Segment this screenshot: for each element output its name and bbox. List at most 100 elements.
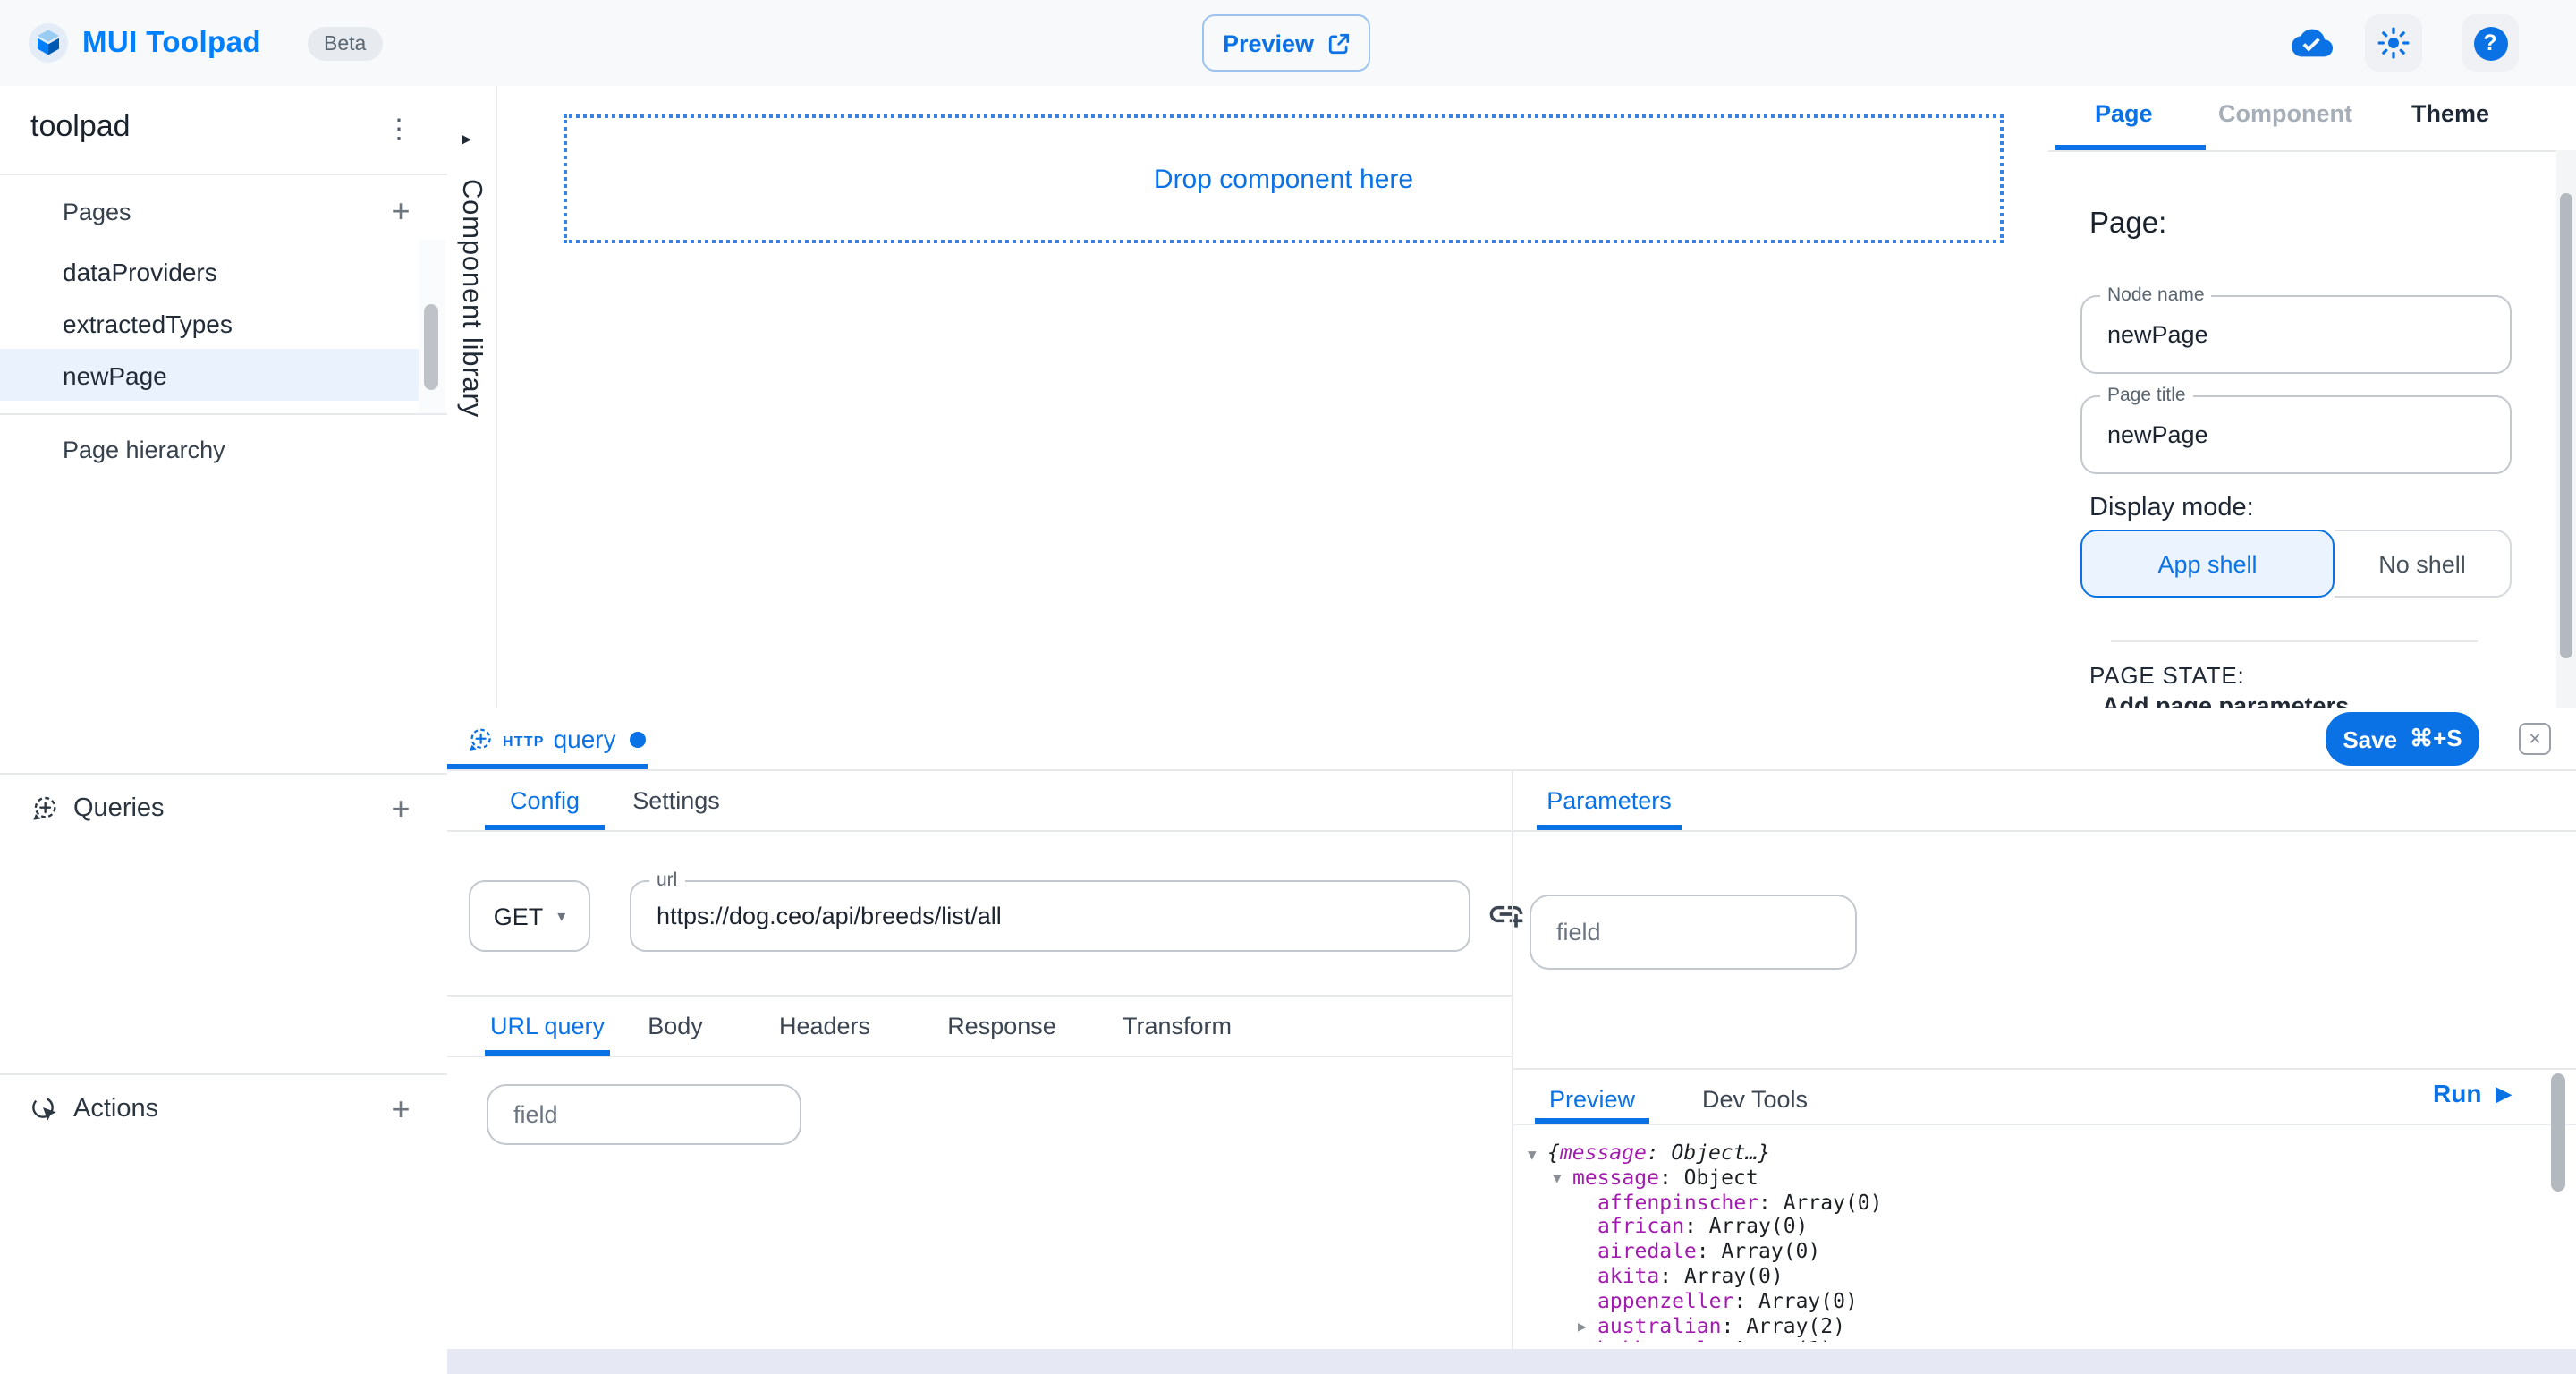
- tree-row[interactable]: ▶australian: Array(2): [1524, 1314, 2544, 1339]
- url-field-value: https://dog.ceo/api/breeds/list/all: [657, 903, 1002, 929]
- tree-row[interactable]: appenzeller: Array(0): [1524, 1290, 2544, 1315]
- url-field[interactable]: url https://dog.ceo/api/breeds/list/all: [630, 880, 1470, 952]
- tab-component[interactable]: Component: [2218, 100, 2352, 127]
- display-mode-toggle: App shell No shell: [2080, 530, 2512, 598]
- sidebar-item-dataproviders[interactable]: dataProviders: [0, 245, 420, 297]
- node-name-label: Node name: [2100, 284, 2212, 306]
- display-mode-no-shell[interactable]: No shell: [2334, 530, 2512, 598]
- toolpad-app: MUI Toolpad Beta Preview: [0, 0, 2576, 1374]
- tab-settings[interactable]: Settings: [621, 769, 732, 830]
- theme-toggle-button[interactable]: [2365, 14, 2422, 72]
- pages-scrollbar-thumb[interactable]: [424, 304, 438, 390]
- tree-row[interactable]: ▼message: Object: [1524, 1166, 2544, 1192]
- add-page-button[interactable]: +: [379, 190, 422, 233]
- inspector-panel: Page Component Theme Page: Node name new…: [2048, 86, 2576, 708]
- page-item-label: extractedTypes: [63, 309, 233, 337]
- project-menu-kebab-icon[interactable]: ⋮: [376, 106, 422, 152]
- node-name-field[interactable]: Node name newPage: [2080, 295, 2512, 374]
- queries-section-header: Queries: [30, 794, 165, 823]
- result-scrollbar-thumb[interactable]: [2551, 1073, 2565, 1192]
- close-panel-button[interactable]: ✕: [2519, 723, 2551, 755]
- tree-expand-icon[interactable]: ▶: [1578, 1340, 1597, 1342]
- tab-parameters[interactable]: Parameters: [1537, 769, 1682, 830]
- http-method-select[interactable]: GET ▾: [469, 880, 590, 952]
- actions-label: Actions: [73, 1095, 158, 1124]
- sidebar-item-newpage[interactable]: newPage: [0, 349, 420, 401]
- query-editor-panel: HTTP query Save ⌘+S ✕ Config Settings GE…: [447, 708, 2576, 1374]
- run-button[interactable]: Run ▶: [2433, 1079, 2511, 1107]
- add-action-button[interactable]: +: [379, 1088, 422, 1131]
- tree-row[interactable]: affenpinscher: Array(0): [1524, 1191, 2544, 1216]
- drop-zone-text: Drop component here: [1154, 164, 1413, 194]
- tree-value: : Array(0): [1758, 1189, 1883, 1214]
- tab-page[interactable]: Page: [2095, 100, 2153, 127]
- page-title-field[interactable]: Page title newPage: [2080, 395, 2512, 474]
- inspector-divider: [2111, 640, 2478, 642]
- help-button[interactable]: ?: [2462, 14, 2519, 72]
- http-query-icon: [467, 725, 494, 752]
- tree-expand-icon[interactable]: ▼: [1528, 1142, 1547, 1167]
- actions-click-icon: [30, 1095, 59, 1124]
- tab-theme[interactable]: Theme: [2411, 100, 2489, 127]
- page-item-label: newPage: [63, 360, 167, 389]
- panel-split-divider[interactable]: [1512, 769, 1513, 1349]
- parameter-field-input[interactable]: field: [1530, 895, 1857, 970]
- tab-config[interactable]: Config: [485, 769, 605, 830]
- url-query-field-input[interactable]: field: [487, 1084, 801, 1145]
- add-binding-link-icon[interactable]: [1487, 895, 1526, 934]
- add-query-button[interactable]: +: [379, 787, 422, 830]
- tree-key: message: [1572, 1165, 1659, 1190]
- tree-row[interactable]: african: Array(0): [1524, 1216, 2544, 1241]
- save-button[interactable]: Save ⌘+S: [2326, 712, 2479, 766]
- tree-key: bakharwal: [1597, 1337, 1709, 1342]
- query-protocol-label: HTTP: [503, 733, 545, 749]
- tree-row[interactable]: ▶bakharwal: Array(1): [1524, 1339, 2544, 1342]
- pages-section-label: Pages: [63, 199, 131, 225]
- component-library-strip[interactable]: ▸ Component library: [447, 86, 496, 708]
- display-mode-label: Display mode:: [2089, 494, 2254, 522]
- page-heading: Page:: [2089, 208, 2166, 242]
- app-header: MUI Toolpad Beta Preview: [0, 0, 2576, 86]
- deploy-status-cloud-check-icon[interactable]: [2292, 23, 2333, 63]
- tab-body[interactable]: Body: [635, 995, 716, 1056]
- drop-zone[interactable]: Drop component here: [564, 114, 2004, 243]
- tree-value: : Array(0): [1697, 1238, 1821, 1263]
- tab-transform[interactable]: Transform: [1113, 995, 1241, 1056]
- tree-expand-icon[interactable]: ▶: [1578, 1315, 1597, 1340]
- preview-button[interactable]: Preview: [1202, 14, 1370, 72]
- app-title: MUI Toolpad: [82, 27, 261, 61]
- parameters-divider: [1513, 830, 2576, 832]
- component-library-expand-arrow-icon[interactable]: ▸: [462, 127, 471, 150]
- inspector-scrollbar[interactable]: [2556, 150, 2576, 708]
- tree-value: : Array(0): [1684, 1214, 1809, 1239]
- page-title-label: Page title: [2100, 385, 2193, 406]
- inspector-scrollbar-thumb[interactable]: [2560, 193, 2572, 658]
- sidebar-divider: [0, 413, 447, 415]
- tree-key: australian: [1597, 1312, 1722, 1337]
- tab-dev-tools[interactable]: Dev Tools: [1692, 1068, 1818, 1129]
- light-mode-sun-icon: [2376, 25, 2411, 61]
- tab-headers[interactable]: Headers: [769, 995, 880, 1056]
- display-mode-app-shell[interactable]: App shell: [2080, 530, 2334, 598]
- tree-row[interactable]: airedale: Array(0): [1524, 1240, 2544, 1265]
- toolpad-cube-icon: [34, 29, 63, 57]
- tab-response[interactable]: Response: [941, 995, 1063, 1056]
- tree-key: message: [1560, 1141, 1647, 1165]
- inspector-tabs-divider: [2048, 150, 2576, 152]
- tree-row[interactable]: ▼{message: Object…}: [1524, 1141, 2544, 1166]
- pages-scrollbar[interactable]: [419, 240, 445, 413]
- component-library-label[interactable]: Component library: [454, 179, 487, 418]
- panel-bottom-scroll-strip[interactable]: [447, 1349, 2576, 1374]
- tree-expand-icon[interactable]: ▼: [1553, 1167, 1572, 1192]
- save-button-label: Save: [2343, 725, 2397, 752]
- query-icon: [30, 794, 59, 823]
- tab-url-query[interactable]: URL query: [485, 995, 610, 1056]
- sidebar-item-extractedtypes[interactable]: extractedTypes: [0, 297, 420, 349]
- tree-row[interactable]: akita: Array(0): [1524, 1265, 2544, 1290]
- toolpad-logo-icon: [29, 23, 68, 63]
- add-page-parameters-button[interactable]: Add page parameters: [2102, 692, 2349, 708]
- page-item-label: dataProviders: [63, 257, 217, 285]
- query-name-label: query: [554, 725, 616, 753]
- query-tab[interactable]: HTTP query: [447, 708, 648, 769]
- page-hierarchy-label[interactable]: Page hierarchy: [63, 437, 225, 463]
